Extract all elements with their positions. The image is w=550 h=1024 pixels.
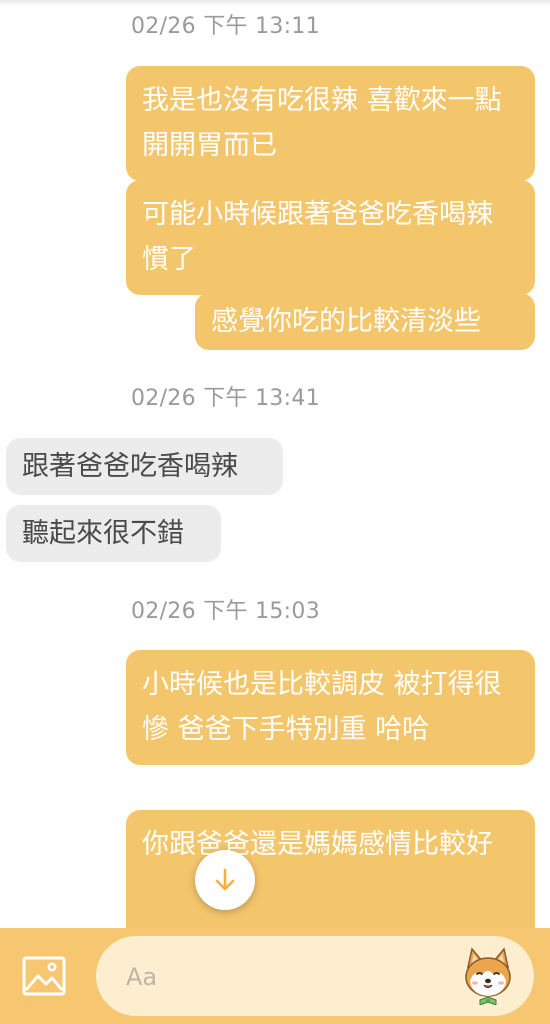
scroll-to-bottom-button[interactable]	[195, 850, 255, 910]
message-input-container[interactable]	[96, 936, 534, 1016]
outgoing-message[interactable]: 小時候也是比較調皮 被打得很慘 爸爸下手特別重 哈哈	[126, 650, 535, 765]
outgoing-message[interactable]: 可能小時候跟著爸爸吃香喝辣慣了	[126, 180, 535, 295]
composer-bar	[0, 928, 550, 1024]
image-icon	[22, 956, 66, 996]
outgoing-message[interactable]: 我是也沒有吃很辣 喜歡來一點開開胃而已	[126, 66, 535, 181]
image-button[interactable]	[22, 956, 66, 996]
incoming-message[interactable]: 聽起來很不錯	[6, 505, 221, 562]
outgoing-message[interactable]: 你跟爸爸還是媽媽感情比較好	[126, 810, 535, 928]
arrow-down-icon	[215, 868, 235, 891]
incoming-message[interactable]: 跟著爸爸吃香喝辣	[6, 438, 283, 495]
sticker-button[interactable]	[460, 945, 516, 1006]
top-shadow	[0, 0, 550, 6]
outgoing-message[interactable]: 感覺你吃的比較清淡些	[195, 293, 535, 350]
chat-thread[interactable]: 02/26 下午 13:11 我是也沒有吃很辣 喜歡來一點開開胃而已 可能小時候…	[0, 0, 550, 928]
timestamp: 02/26 下午 15:03	[131, 599, 320, 624]
message-input[interactable]	[124, 958, 448, 996]
timestamp: 02/26 下午 13:41	[131, 386, 320, 411]
timestamp: 02/26 下午 13:11	[131, 14, 320, 39]
shiba-sticker-icon	[465, 947, 511, 1006]
